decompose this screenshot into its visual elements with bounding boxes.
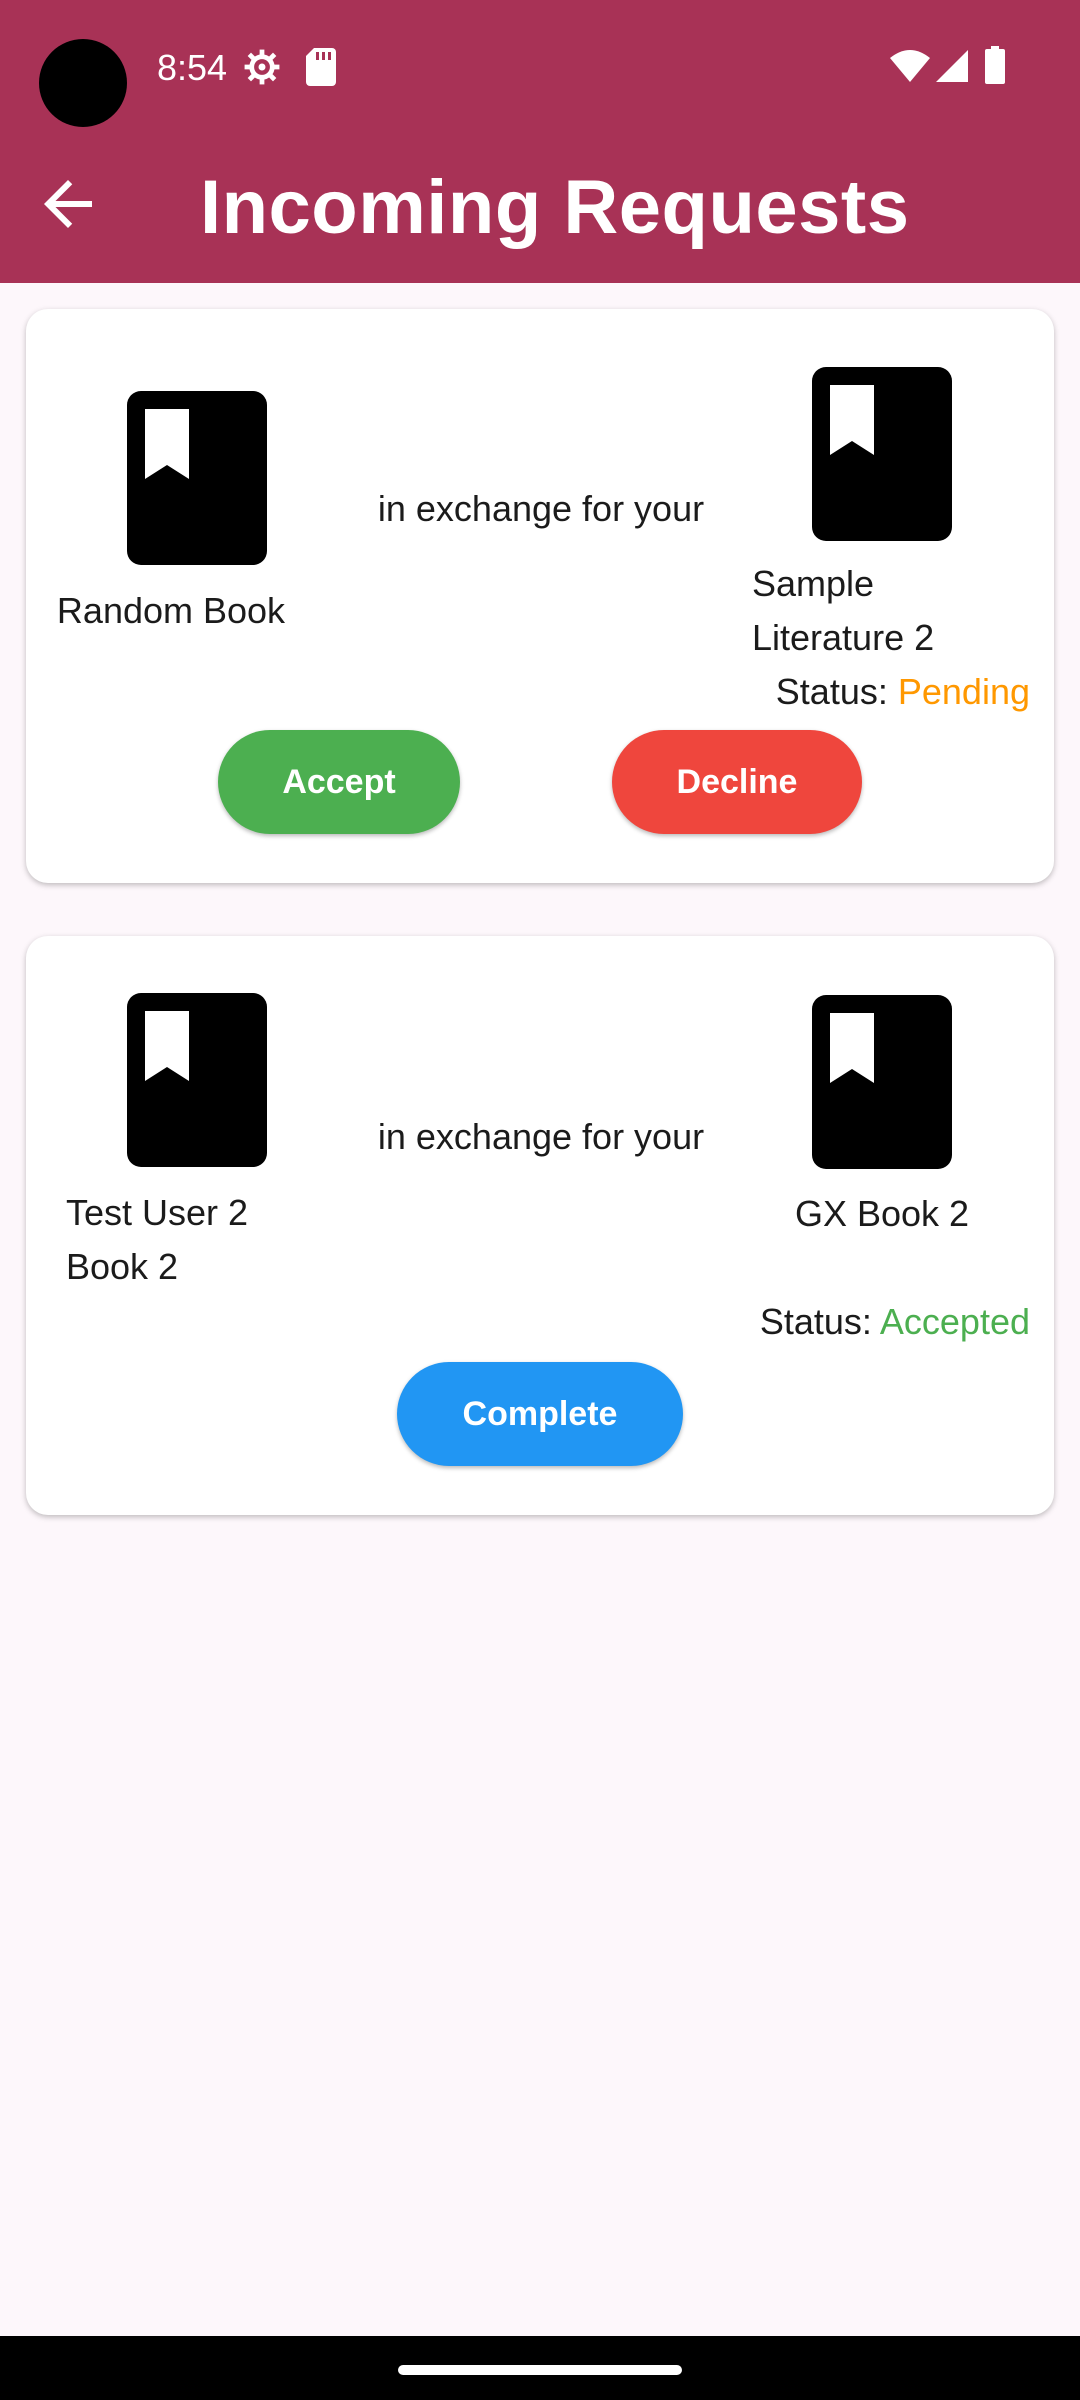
accept-button[interactable]: Accept: [218, 730, 460, 834]
home-gesture-handle[interactable]: [398, 2365, 682, 2375]
page-title: Incoming Requests: [200, 165, 910, 250]
book-icon: [127, 391, 267, 565]
status-value: Accepted: [879, 1301, 1030, 1342]
status-label: Status:: [775, 671, 888, 712]
settings-icon: [243, 48, 281, 91]
book-icon: [127, 993, 267, 1167]
your-book-title: Sample Literature 2: [752, 563, 935, 658]
decline-button[interactable]: Decline: [612, 730, 862, 834]
offered-book-title: Random Book: [56, 590, 286, 631]
request-card: Random Book in exchange for your Sample …: [26, 309, 1054, 883]
exchange-text: in exchange for your: [377, 488, 705, 529]
exchange-text: in exchange for your: [377, 1116, 705, 1157]
offered-book-title: Test User 2 Book 2: [66, 1192, 249, 1287]
app-bar: 8:54 Incoming Requests: [0, 0, 1080, 283]
your-book-title: GX Book 2: [794, 1193, 970, 1234]
complete-button[interactable]: Complete: [397, 1362, 683, 1466]
status-value: Pending: [897, 671, 1030, 712]
status-bar: 8:54: [0, 0, 1080, 140]
back-button[interactable]: [32, 168, 104, 240]
status-label: Status:: [759, 1301, 872, 1342]
wifi-icon: [890, 50, 930, 87]
book-icon: [812, 995, 952, 1169]
status-line: Status: Accepted: [666, 1295, 1030, 1349]
status-time: 8:54: [157, 47, 228, 88]
sd-card-icon: [306, 48, 336, 91]
battery-icon: [985, 46, 1005, 89]
status-line: Status: Pending: [730, 665, 1030, 719]
signal-icon: [936, 50, 968, 87]
camera-cutout: [39, 39, 127, 127]
book-icon: [812, 367, 952, 541]
arrow-back-icon: [44, 180, 92, 228]
